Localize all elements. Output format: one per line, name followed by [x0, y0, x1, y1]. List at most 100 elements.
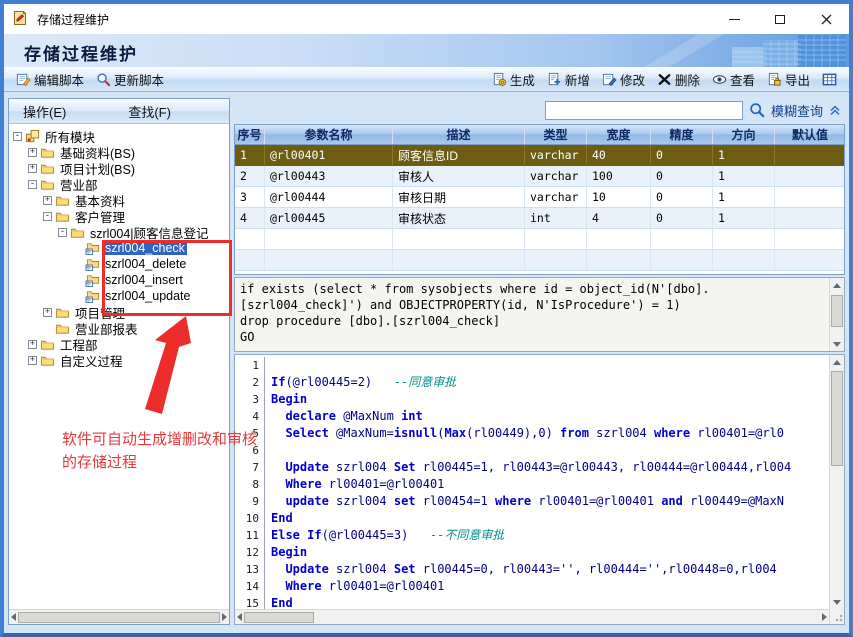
app-icon — [12, 10, 30, 28]
scroll-down-icon[interactable] — [833, 595, 841, 609]
parameter-table: 序号参数名称描述类型宽度精度方向默认值1@rl00401顾客信息IDvarcha… — [234, 124, 845, 275]
tree-expander-icon[interactable]: + — [28, 356, 37, 365]
tree-expander-icon[interactable]: - — [13, 132, 22, 141]
line-number: 1 — [235, 357, 265, 374]
table-row[interactable]: 3@rl00444审核日期varchar1001 — [235, 187, 844, 208]
folder-icon — [40, 161, 55, 176]
add-icon — [547, 72, 562, 87]
minimize-button[interactable] — [711, 4, 757, 34]
column-header[interactable]: 精度 — [651, 125, 713, 144]
page-title: 存储过程维护 — [24, 40, 138, 65]
add-button[interactable]: 新增 — [541, 68, 596, 90]
delete-button[interactable]: 删除 — [651, 68, 706, 90]
resize-grip[interactable] — [829, 609, 844, 624]
add-label: 新增 — [565, 70, 590, 89]
export-button[interactable]: 导出 — [761, 68, 816, 90]
scroll-thumb[interactable] — [18, 612, 220, 623]
menu-find[interactable]: 查找(F) — [128, 102, 171, 121]
scroll-left-icon[interactable] — [237, 613, 242, 621]
column-header[interactable]: 描述 — [393, 125, 525, 144]
tree-horizontal-scrollbar[interactable] — [9, 609, 229, 624]
modify-button[interactable]: 修改 — [596, 68, 651, 90]
table-row[interactable]: 1@rl00401顾客信息IDvarchar4001 — [235, 145, 844, 166]
table-cell: 4 — [235, 208, 265, 228]
scroll-right-icon[interactable] — [822, 613, 827, 621]
generate-icon — [492, 72, 507, 87]
scroll-right-icon[interactable] — [222, 613, 227, 621]
code-text: Update szrl004 Set rl00445=1, rl00443=@r… — [265, 459, 791, 476]
edit-script-button[interactable]: 编辑脚本 — [10, 68, 90, 90]
grid-button[interactable] — [816, 68, 843, 90]
sql-drop-script-text[interactable]: if exists (select * from sysobjects wher… — [235, 278, 829, 351]
folder-icon — [40, 177, 55, 192]
folder-icon — [40, 145, 55, 160]
code-lines[interactable]: 12If(@rl00445=2) --同意审批3Begin4 declare @… — [235, 355, 829, 609]
search-input[interactable] — [545, 101, 743, 120]
generate-button[interactable]: 生成 — [486, 68, 541, 90]
view-button[interactable]: 查看 — [706, 68, 761, 90]
tree-expander-icon[interactable]: + — [28, 340, 37, 349]
folder-icon — [55, 305, 70, 320]
fuzzy-query-button[interactable]: 模糊查询 — [771, 101, 823, 120]
tree-item[interactable]: +项目计划(BS) — [9, 160, 229, 176]
line-number: 15 — [235, 595, 265, 609]
code-text: Begin — [265, 391, 307, 408]
table-row[interactable]: 4@rl00445审核状态int401 — [235, 208, 844, 229]
table-cell: 审核状态 — [393, 208, 525, 228]
column-header[interactable]: 方向 — [713, 125, 775, 144]
tree-expander-icon[interactable]: + — [43, 308, 52, 317]
tree-item[interactable]: szrl004_delete — [9, 256, 229, 272]
folder-icon — [55, 321, 70, 336]
tree-item[interactable]: -szrl004|顾客信息登记 — [9, 224, 229, 240]
table-row[interactable]: 2@rl00443审核人varchar10001 — [235, 166, 844, 187]
search-bar: 模糊查询 — [234, 98, 845, 122]
scroll-thumb[interactable] — [831, 371, 843, 466]
code-vertical-scrollbar[interactable] — [829, 355, 844, 609]
tree-item-label: szrl004_update — [103, 289, 192, 303]
table-cell — [525, 250, 587, 270]
code-line: 10End — [235, 510, 829, 527]
module-tree-panel: 操作(E) 查找(F) -所有模块+基础资料(BS)+项目计划(BS)-营业部+… — [8, 98, 230, 625]
table-cell: @rl00401 — [265, 145, 393, 165]
column-header[interactable]: 宽度 — [587, 125, 651, 144]
tree-item[interactable]: 营业部报表 — [9, 320, 229, 336]
scroll-up-icon[interactable] — [833, 278, 841, 292]
folder-icon — [55, 209, 70, 224]
scroll-thumb[interactable] — [831, 295, 843, 327]
code-line: 1 — [235, 357, 829, 374]
tree-expander-icon[interactable]: + — [28, 164, 37, 173]
column-header[interactable]: 参数名称 — [265, 125, 393, 144]
tree-expander-icon[interactable]: + — [43, 196, 52, 205]
tree-expander-icon[interactable]: - — [58, 228, 67, 237]
close-button[interactable] — [803, 4, 849, 34]
scroll-up-icon[interactable] — [833, 355, 841, 369]
tree-expander-icon[interactable]: + — [28, 148, 37, 157]
column-header[interactable]: 类型 — [525, 125, 587, 144]
maximize-button[interactable] — [757, 4, 803, 34]
column-header[interactable]: 默认值 — [775, 125, 845, 144]
scroll-down-icon[interactable] — [833, 337, 841, 351]
table-cell: 审核人 — [393, 166, 525, 186]
column-header[interactable]: 序号 — [235, 125, 265, 144]
update-script-button[interactable]: 更新脚本 — [90, 68, 170, 90]
tree-expander-icon[interactable]: - — [28, 180, 37, 189]
scroll-thumb[interactable] — [244, 612, 314, 623]
search-icon[interactable] — [749, 102, 765, 118]
code-horizontal-scrollbar[interactable] — [235, 609, 829, 624]
tree-expander-icon[interactable]: - — [43, 212, 52, 221]
scroll-left-icon[interactable] — [11, 613, 16, 621]
view-label: 查看 — [730, 70, 755, 89]
collapse-panel-icon[interactable] — [829, 104, 841, 116]
tree-item[interactable]: szrl004_check — [9, 240, 229, 256]
table-cell: 100 — [587, 166, 651, 186]
menu-operate[interactable]: 操作(E) — [23, 102, 66, 121]
code-line: 7 Update szrl004 Set rl00445=1, rl00443=… — [235, 459, 829, 476]
update-script-label: 更新脚本 — [114, 70, 164, 89]
line-number: 9 — [235, 493, 265, 510]
table-cell: int — [525, 208, 587, 228]
table-cell — [393, 229, 525, 249]
sql-vertical-scrollbar[interactable] — [829, 278, 844, 351]
code-text — [265, 442, 271, 459]
tree-item[interactable]: szrl004_insert — [9, 272, 229, 288]
tree-item[interactable]: +自定义过程 — [9, 352, 229, 368]
